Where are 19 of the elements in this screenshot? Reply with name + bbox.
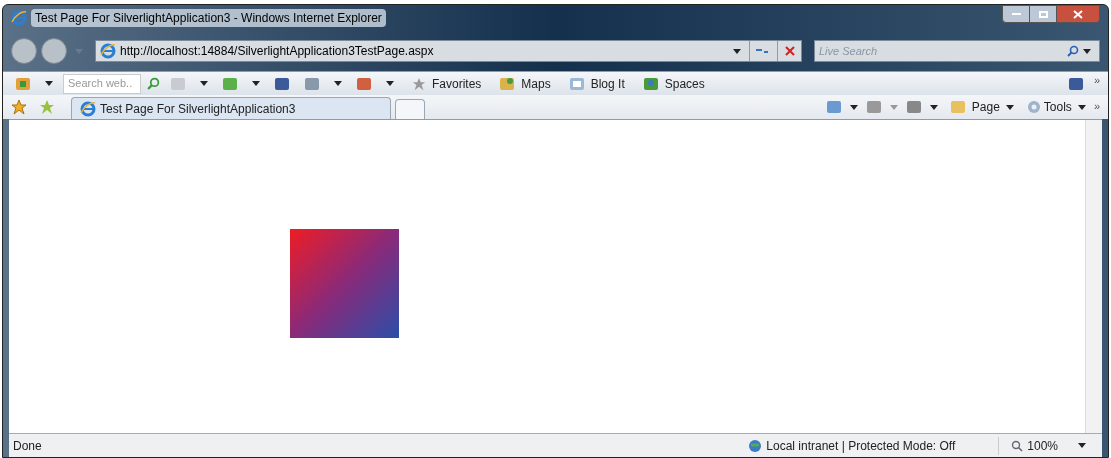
command-button[interactable]: Tools: [1021, 98, 1094, 116]
more-chevron[interactable]: »: [1093, 98, 1100, 115]
search-field[interactable]: Live Search: [814, 40, 1100, 62]
address-url: http://localhost:14884/SilverlightApplication3TestPage.aspx: [120, 43, 435, 60]
web-search-field[interactable]: Search web..: [63, 73, 141, 94]
toolbar-button[interactable]: Blog It: [560, 74, 629, 93]
web-search-input[interactable]: Search web..: [68, 75, 136, 92]
address-bar[interactable]: http://localhost:14884/SilverlightApplication3TestPage.aspx: [95, 40, 802, 62]
command-button[interactable]: Page: [941, 98, 1022, 116]
search-input[interactable]: Live Search: [819, 42, 1067, 60]
toolbar-button[interactable]: Favorites: [404, 74, 486, 93]
zoom-button[interactable]: 100%: [998, 436, 1102, 455]
security-zone: Local intranet | Protected Mode: Off: [766, 437, 957, 455]
more-chevron[interactable]: »: [1093, 72, 1100, 89]
window-title: Test Page For SilverlightApplication3 - Windows Internet Explorer: [31, 9, 386, 27]
toolbar-button[interactable]: Spaces: [634, 74, 709, 93]
toolbar-button[interactable]: Maps: [491, 74, 555, 93]
status-text: Done: [12, 437, 43, 455]
browser-tab[interactable]: Test Page For SilverlightApplication3: [71, 97, 391, 119]
